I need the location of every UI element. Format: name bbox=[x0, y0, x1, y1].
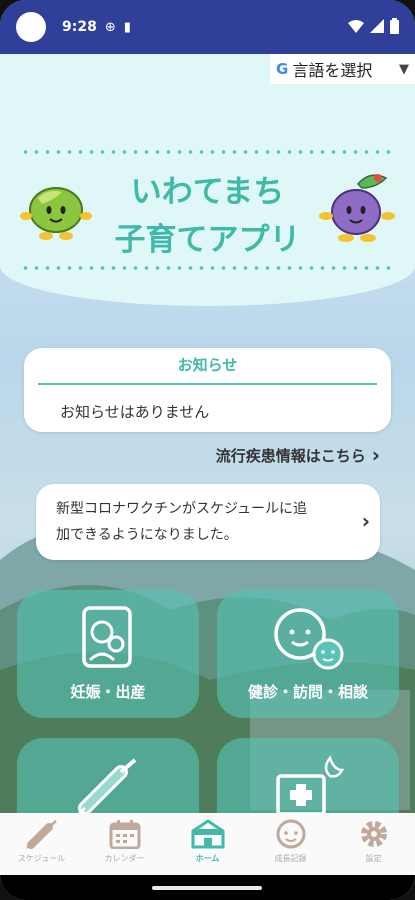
notice-body: お知らせはありません bbox=[60, 403, 210, 421]
status-bar: 9:28 ⊕ ▮ bbox=[0, 0, 415, 54]
app-title-line2: 子育てアプリ bbox=[114, 222, 301, 258]
purple-mascot-icon bbox=[319, 174, 395, 242]
notice-title: お知らせ bbox=[177, 356, 238, 374]
epidemic-info-label: 流行疾患情報はこちら bbox=[215, 446, 366, 465]
globe-icon: ⊕ bbox=[104, 19, 116, 35]
home-indicator[interactable] bbox=[152, 886, 262, 890]
nav-label: カレンダー bbox=[104, 854, 145, 863]
app-title-line1: いわてまち bbox=[130, 174, 285, 210]
tile-checkup-visit-consult[interactable]: 健診・訪問・相談 bbox=[217, 590, 399, 718]
wifi-icon bbox=[348, 20, 364, 33]
baby-face-icon bbox=[276, 819, 305, 849]
notification-circle-icon bbox=[16, 12, 46, 42]
nav-label: ホーム bbox=[195, 854, 220, 863]
nav-home[interactable]: ホーム bbox=[166, 813, 249, 875]
chevron-right-icon: › bbox=[361, 509, 370, 533]
syringe-icon bbox=[25, 820, 57, 849]
news-text-line1: 新型コロナワクチンがスケジュールに追 bbox=[56, 501, 308, 517]
chevron-right-icon: › bbox=[371, 443, 380, 467]
nav-label: 設定 bbox=[365, 854, 382, 863]
epidemic-info-link[interactable]: 流行疾患情報はこちら › bbox=[150, 443, 380, 467]
sim-icon: ▮ bbox=[123, 19, 131, 35]
hospital-night-icon bbox=[276, 755, 344, 816]
system-home-bar bbox=[0, 875, 415, 900]
phone-screen: G 言語を選択 ▼ いわてまち 子育てアプリ お知らせ お知らせはありません 流… bbox=[0, 0, 415, 900]
tile-label: 妊娠・出産 bbox=[70, 683, 146, 701]
dropdown-arrow-icon: ▼ bbox=[399, 61, 409, 77]
dotted-divider-top bbox=[20, 150, 395, 154]
tile-pregnancy-birth[interactable]: 妊娠・出産 bbox=[17, 590, 199, 718]
dotted-divider-bottom bbox=[20, 266, 395, 270]
mother-child-book-icon bbox=[82, 606, 132, 668]
nav-calendar[interactable]: カレンダー bbox=[83, 813, 166, 875]
news-text-line2: 加できるようになりました。 bbox=[56, 527, 238, 543]
tile-label: 健診・訪問・相談 bbox=[247, 683, 368, 701]
parent-child-faces-icon bbox=[274, 608, 344, 670]
app-title: いわてまち 子育てアプリ bbox=[100, 168, 315, 264]
news-text: 新型コロナワクチンがスケジュールに追 加できるようになりました。 bbox=[36, 484, 380, 548]
signal-icon bbox=[370, 19, 384, 33]
green-mascot-icon bbox=[20, 187, 92, 240]
battery-icon bbox=[390, 18, 399, 34]
nav-settings[interactable]: 設定 bbox=[332, 813, 415, 875]
news-card[interactable]: 新型コロナワクチンがスケジュールに追 加できるようになりました。 › bbox=[36, 484, 380, 560]
nav-growth-record[interactable]: 成長記録 bbox=[249, 813, 332, 875]
syringe-icon bbox=[77, 758, 137, 816]
status-time: 9:28 bbox=[62, 19, 97, 35]
gear-icon bbox=[360, 821, 387, 847]
google-g-icon: G bbox=[276, 60, 289, 78]
language-selector[interactable]: G 言語を選択 ▼ bbox=[270, 54, 415, 84]
language-selector-label: 言語を選択 bbox=[292, 61, 373, 80]
notice-card: お知らせ お知らせはありません bbox=[24, 348, 391, 432]
home-icon bbox=[191, 819, 224, 849]
nav-label: 成長記録 bbox=[274, 854, 307, 863]
bottom-navigation: スケジュール カレンダー ホーム 成長記録 設定 bbox=[0, 813, 415, 875]
calendar-icon bbox=[109, 820, 140, 849]
nav-schedule[interactable]: スケジュール bbox=[0, 813, 83, 875]
nav-label: スケジュール bbox=[17, 854, 66, 863]
